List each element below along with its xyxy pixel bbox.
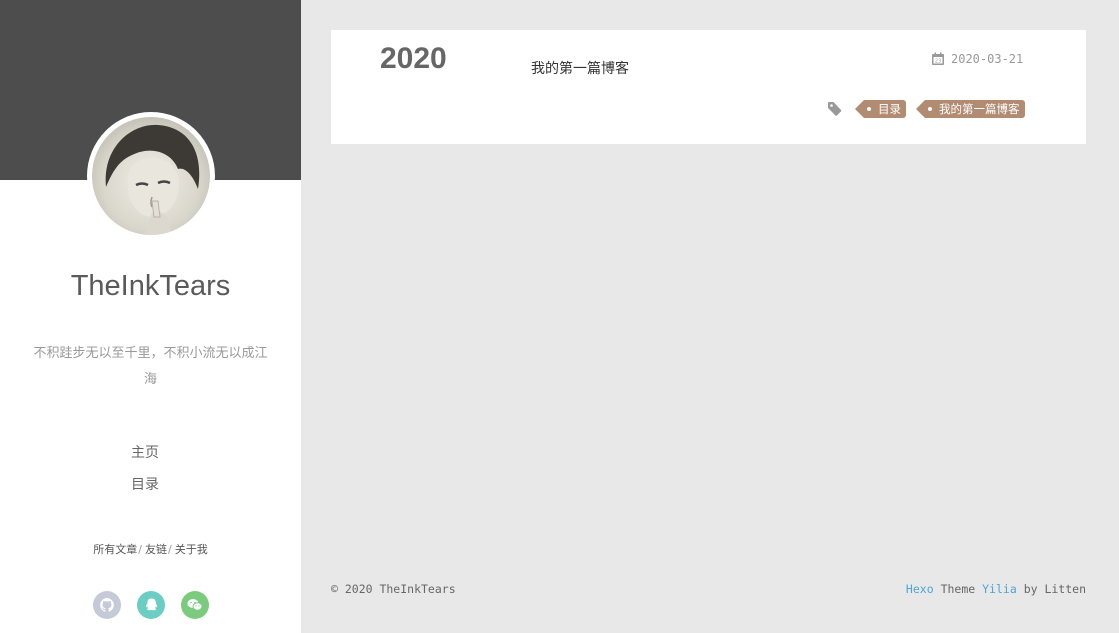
calendar-icon: 23 [932, 52, 944, 65]
avatar-illustration-icon [105, 124, 200, 235]
qq-link[interactable] [137, 591, 165, 619]
nav-item-home[interactable]: 主页 [0, 437, 290, 469]
main-nav: 主页 目录 [0, 437, 290, 501]
qq-icon [146, 598, 158, 611]
link-friends[interactable]: 友链 [145, 543, 167, 556]
tag-item[interactable]: 目录 [855, 100, 906, 118]
link-separator: / [138, 543, 142, 556]
tag-item[interactable]: 我的第一篇博客 [916, 100, 1025, 118]
avatar-ring[interactable] [87, 112, 215, 240]
footer-copyright: © 2020 TheInkTears [331, 582, 456, 596]
yilia-link[interactable]: Yilia [982, 582, 1017, 596]
archive-year: 2020 [380, 42, 447, 75]
sidebar-links: 所有文章/友链/关于我 [0, 541, 301, 557]
hexo-link[interactable]: Hexo [906, 582, 934, 596]
wechat-icon [187, 599, 203, 611]
post-tags: 目录 我的第一篇博客 [827, 100, 1025, 118]
github-icon [100, 598, 114, 612]
tag-icon [828, 102, 842, 116]
link-all-posts[interactable]: 所有文章 [93, 543, 137, 556]
archive-post-card: 2020 我的第一篇博客 23 2020-03-21 目录 我的第一篇博客 [331, 30, 1086, 144]
footer-theme-text: Theme [940, 582, 976, 596]
wechat-link[interactable] [181, 591, 209, 619]
link-about-me[interactable]: 关于我 [175, 543, 208, 556]
svg-text:23: 23 [935, 59, 941, 65]
site-motto: 不积跬步无以至千里，不积小流无以成江海 [33, 346, 268, 387]
site-title[interactable]: TheInkTears [0, 270, 301, 303]
sidebar: TheInkTears 不积跬步无以至千里，不积小流无以成江海 主页 目录 所有… [0, 0, 301, 633]
link-separator: / [168, 543, 172, 556]
footer-author-text: by Litten [1023, 582, 1086, 596]
post-date-text: 2020-03-21 [951, 52, 1024, 66]
avatar[interactable] [92, 117, 210, 235]
post-date: 23 2020-03-21 [931, 52, 1023, 66]
nav-item-catalog[interactable]: 目录 [0, 469, 290, 501]
footer-credits: Hexo Theme Yilia by Litten [906, 582, 1086, 596]
github-link[interactable] [93, 591, 121, 619]
post-title-link[interactable]: 我的第一篇博客 [531, 58, 629, 78]
